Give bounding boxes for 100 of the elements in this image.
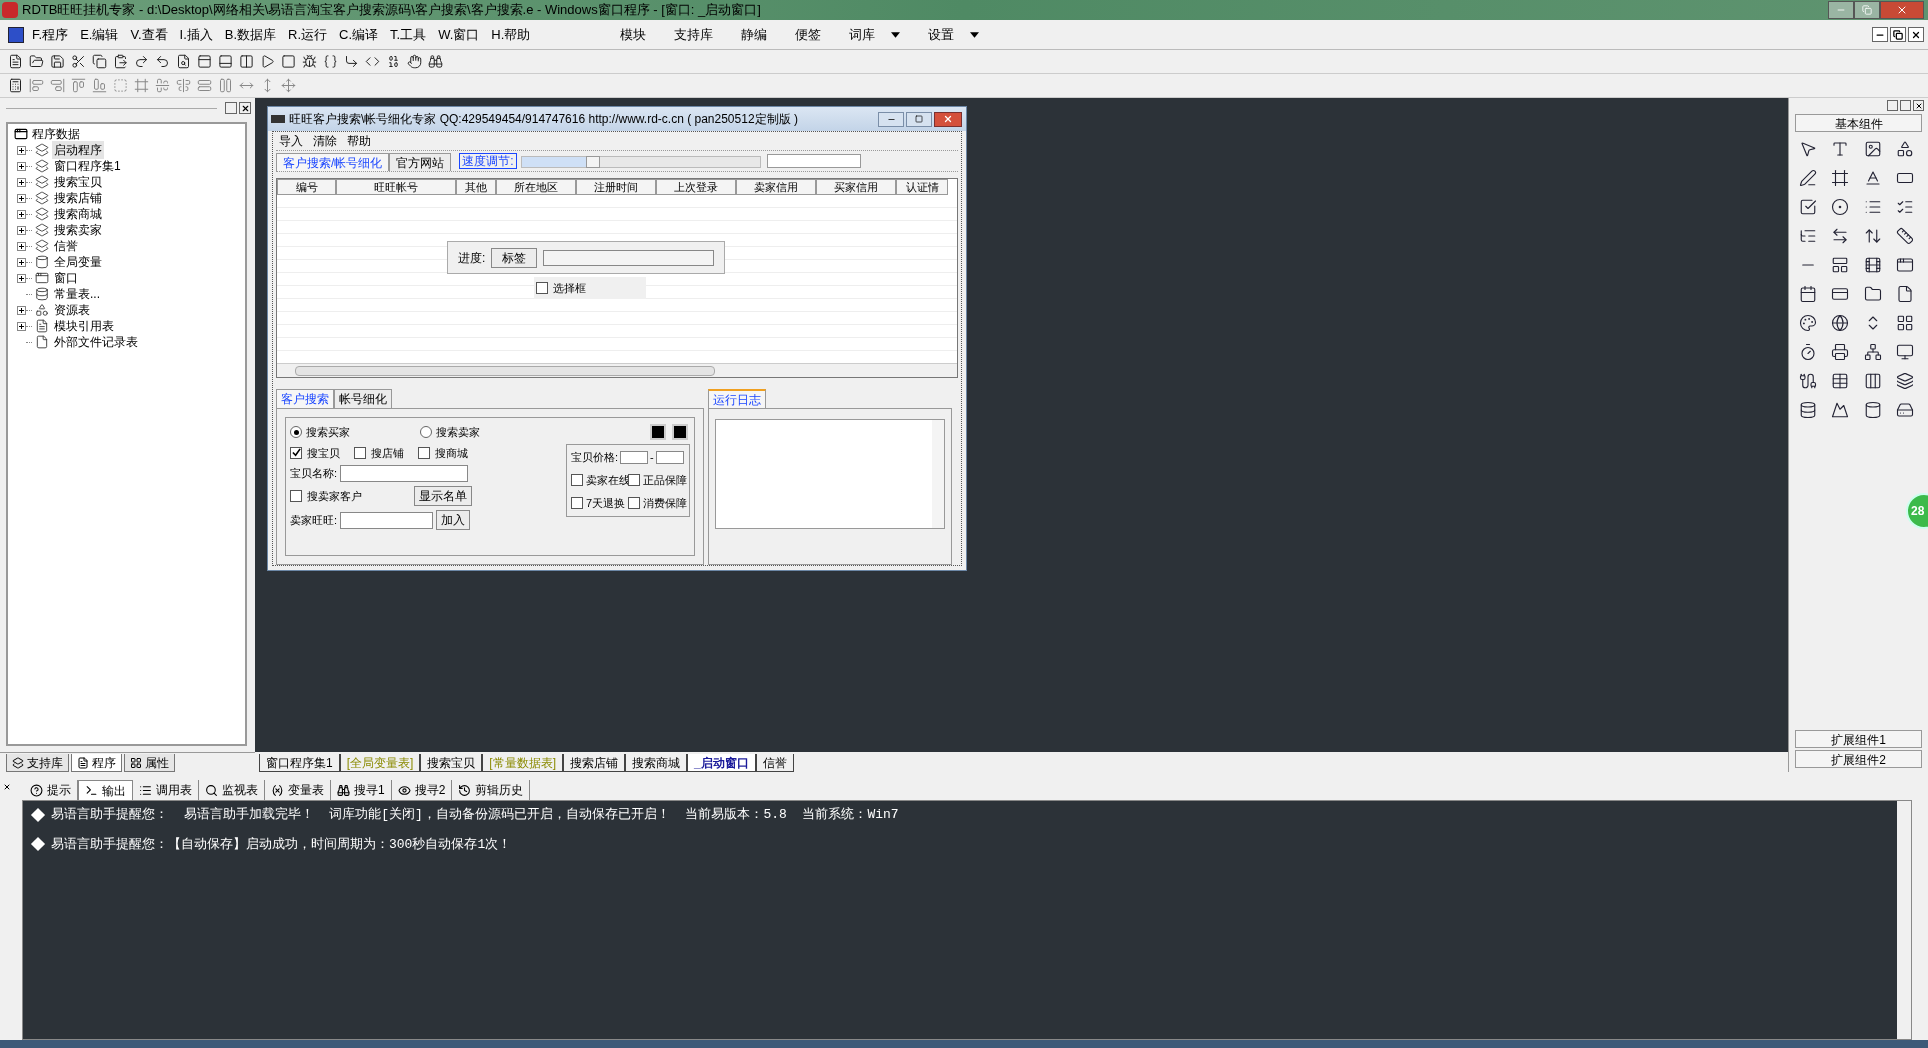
close-button[interactable] [239,102,251,114]
column-header[interactable]: 注册时间 [576,179,656,195]
new-file-icon[interactable] [8,54,23,69]
hand-icon[interactable] [407,54,422,69]
checkbox[interactable] [354,446,366,459]
expand-box-icon[interactable] [17,209,26,219]
checkbox-icon[interactable] [1799,198,1817,216]
debug-icon[interactable] [302,54,317,69]
close-button[interactable] [1913,100,1924,111]
tab[interactable]: 客户搜索 [276,389,334,408]
close-button[interactable] [934,111,962,127]
toolbox-header[interactable]: 基本组件 [1795,114,1922,132]
tree-item[interactable]: 搜索卖家 [52,221,104,239]
network-icon[interactable] [1863,343,1882,361]
tree-item[interactable]: 常量表... [52,285,102,303]
minimize-button[interactable] [1872,27,1888,42]
tree-item[interactable]: 外部文件记录表 [52,333,140,351]
globe-icon[interactable] [1831,314,1850,332]
shapes-icon[interactable] [1895,140,1914,158]
columns-icon[interactable] [1863,372,1882,390]
column-header[interactable]: 认证情 [896,179,948,195]
save-icon[interactable] [50,54,65,69]
tab[interactable]: 客户搜索/帐号细化 [276,153,390,171]
tab[interactable]: 帐号细化 [334,389,392,408]
step-over-icon[interactable] [344,54,359,69]
tree-item[interactable]: 搜索商城 [52,205,104,223]
checkbox[interactable] [290,490,302,502]
open-folder-icon[interactable] [29,54,44,69]
button[interactable]: 标签 [491,247,538,268]
speed-slider[interactable] [520,156,761,168]
align-right-icon[interactable] [50,78,65,93]
radio-button[interactable] [420,426,432,439]
edit-box-icon[interactable] [1799,169,1817,187]
restore-button[interactable] [1890,27,1906,42]
panel-bottom-icon[interactable] [218,54,233,69]
animation-icon[interactable] [1863,256,1882,274]
picture-icon[interactable] [1863,140,1882,158]
chart-icon[interactable] [1831,401,1850,419]
color-swatch[interactable] [672,424,688,440]
vertical-scrollbar[interactable] [1897,801,1911,1039]
vertical-scrollbar[interactable] [932,420,944,528]
menu-item[interactable]: R.运行 [288,24,328,45]
tree-root[interactable]: 程序数据 [32,125,80,143]
checkbox[interactable] [418,446,430,459]
port-icon[interactable] [1799,372,1817,390]
tree-item[interactable]: 模块引用表 [52,317,116,335]
window-icon[interactable] [1895,256,1914,274]
app-menu-icon[interactable] [8,26,24,43]
layers-icon[interactable] [1895,372,1914,390]
document-tab[interactable]: 搜索店铺 [563,754,626,772]
tree-item[interactable]: 搜索宝贝 [52,173,104,191]
expand-box-icon[interactable] [17,225,26,235]
expand-box-icon[interactable] [17,145,26,155]
menu-item[interactable]: 静编 [741,24,768,45]
tree-item[interactable]: 窗口 [52,269,80,287]
align-top-icon[interactable] [71,78,86,93]
align-bottom-icon[interactable] [92,78,107,93]
slider-thumb[interactable] [586,156,601,168]
panel-tab[interactable]: 支持库 [6,754,69,772]
tree-item[interactable]: 启动程序 [52,141,104,159]
checkbox[interactable] [628,497,640,510]
align-center-icon[interactable] [176,78,191,93]
menu-item[interactable]: 模块 [620,24,647,45]
drive-icon[interactable] [1895,401,1914,419]
menu-button[interactable] [1887,100,1898,111]
stopwatch-icon[interactable] [1799,343,1817,361]
horizontal-scrollbar[interactable] [277,363,957,377]
menu-item[interactable]: 设置 [928,24,980,45]
color-swatch[interactable] [650,424,666,440]
align-left-icon[interactable] [29,78,44,93]
close-button[interactable] [2,782,12,792]
scissors-icon[interactable] [71,54,86,69]
checkbox[interactable] [571,497,583,510]
column-header[interactable]: 买家信用 [816,179,896,195]
find-icon[interactable] [176,54,191,69]
menu-item[interactable]: V.查看 [130,24,168,45]
menu-item[interactable]: H.帮助 [491,24,531,45]
menu-item[interactable]: W.窗口 [438,24,480,45]
tree-item[interactable]: 资源表 [52,301,92,319]
log-text-area[interactable] [715,419,945,529]
file-icon[interactable] [1895,285,1914,303]
panel-tab[interactable]: 属性 [124,754,175,772]
tree-item[interactable]: 信誉 [52,237,80,255]
radio-button[interactable] [290,426,302,439]
menu-item[interactable]: 导入 [279,132,303,150]
document-tab[interactable]: 搜索宝贝 [420,754,483,772]
text-field[interactable] [620,450,649,464]
column-header[interactable]: 所在地区 [496,179,576,195]
checkbox[interactable] [290,446,302,459]
checkbox[interactable] [536,282,548,294]
text-field[interactable] [655,450,684,464]
copy-icon[interactable] [92,54,107,69]
column-header[interactable]: 旺旺帐号 [336,179,456,195]
menu-item[interactable]: 帮助 [347,132,371,150]
document-tab[interactable]: _启动窗口 [687,754,756,772]
column-header[interactable]: 上次登录 [656,179,736,195]
menu-item[interactable]: B.数据库 [224,24,277,45]
scrollbar-thumb[interactable] [295,365,715,376]
align-middle-icon[interactable] [155,78,170,93]
tab[interactable]: 运行日志 [708,389,766,408]
